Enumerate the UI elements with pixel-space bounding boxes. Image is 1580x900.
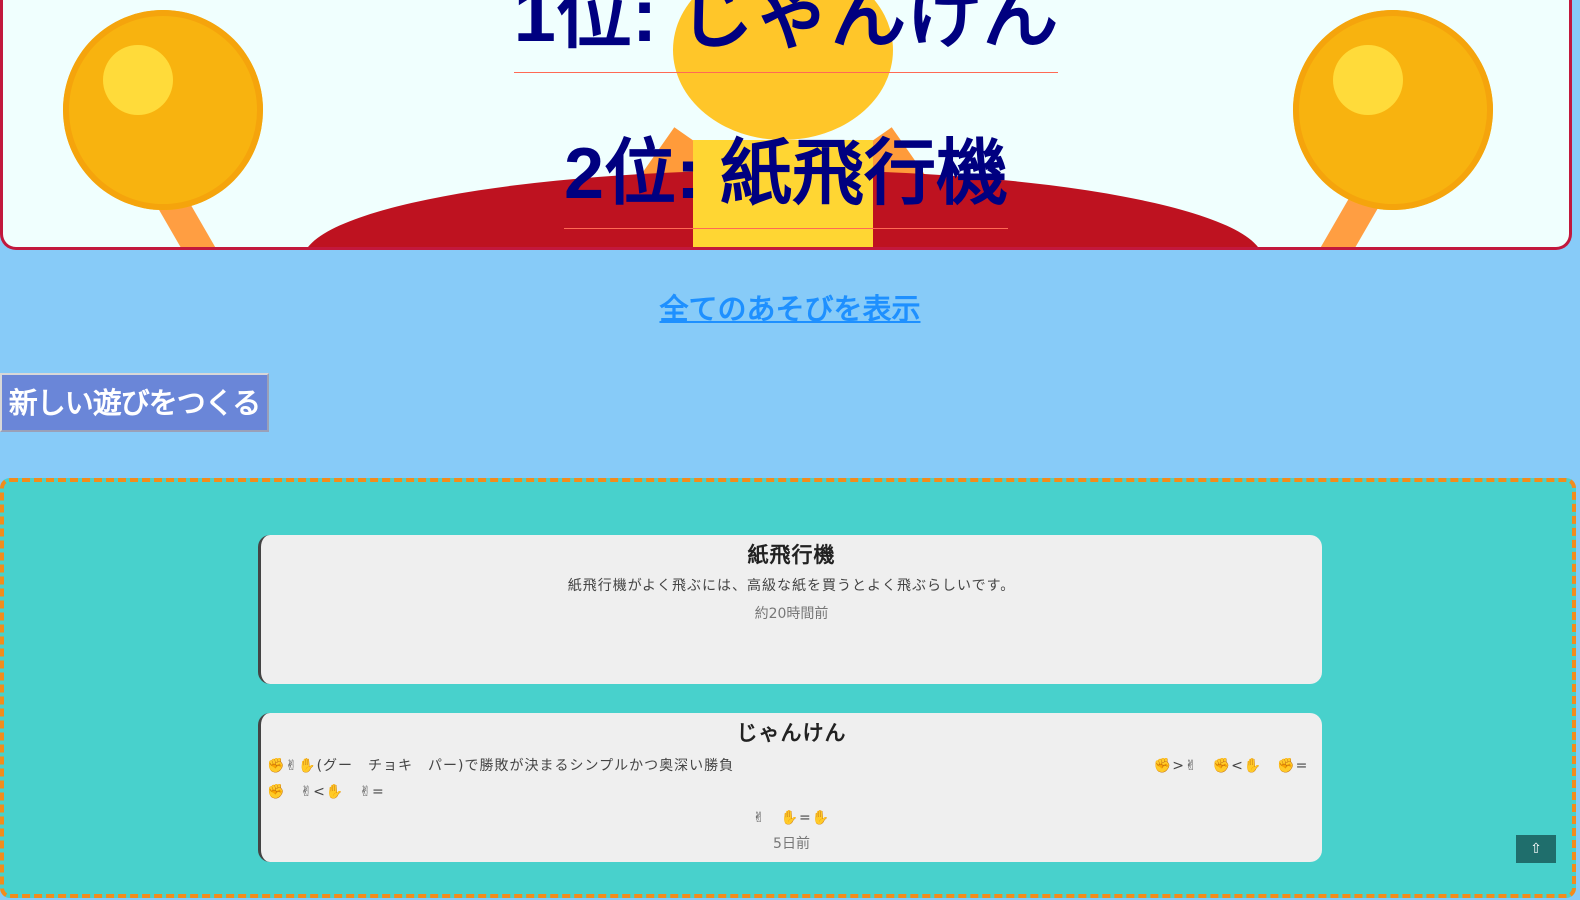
game-description: ✊✌✋(グー チョキ パー)で勝敗が決まるシンプルかつ奥深い勝負 ✊>✌ ✊<✋…	[267, 758, 1309, 800]
game-description: 紙飛行機がよく飛ぶには、高級な紙を買うとよく飛ぶらしいです。	[567, 578, 1016, 594]
game-card[interactable]: じゃんけん ✊✌✋(グー チョキ パー)で勝敗が決まるシンプルかつ奥深い勝負 ✊…	[258, 713, 1322, 862]
game-title: 紙飛行機	[747, 543, 836, 567]
rank-second: 2位: 紙飛行機	[3, 138, 1569, 229]
new-game-button[interactable]: 新しい遊びをつくる	[0, 373, 269, 432]
games-list: 紙飛行機 紙飛行機がよく飛ぶには、高級な紙を買うとよく飛ぶらしいです。 約20時…	[0, 478, 1576, 898]
game-title: じゃんけん	[736, 721, 847, 745]
all-games-link[interactable]: 全てのあそびを表示	[659, 292, 920, 326]
game-time: 約20時間前	[754, 606, 829, 622]
ranking-banner: 1位: じゃんけん 2位: 紙飛行機	[0, 0, 1572, 250]
scroll-top-button[interactable]: ⇧	[1516, 835, 1556, 863]
game-card[interactable]: 紙飛行機 紙飛行機がよく飛ぶには、高級な紙を買うとよく飛ぶらしいです。 約20時…	[258, 535, 1322, 684]
rank-first: 1位: じゃんけん	[3, 0, 1569, 73]
game-time: 5日前	[773, 836, 810, 852]
all-games-link-wrap: 全てのあそびを表示	[0, 286, 1580, 328]
game-description-continued: ✌ ✋=✋	[752, 810, 831, 826]
